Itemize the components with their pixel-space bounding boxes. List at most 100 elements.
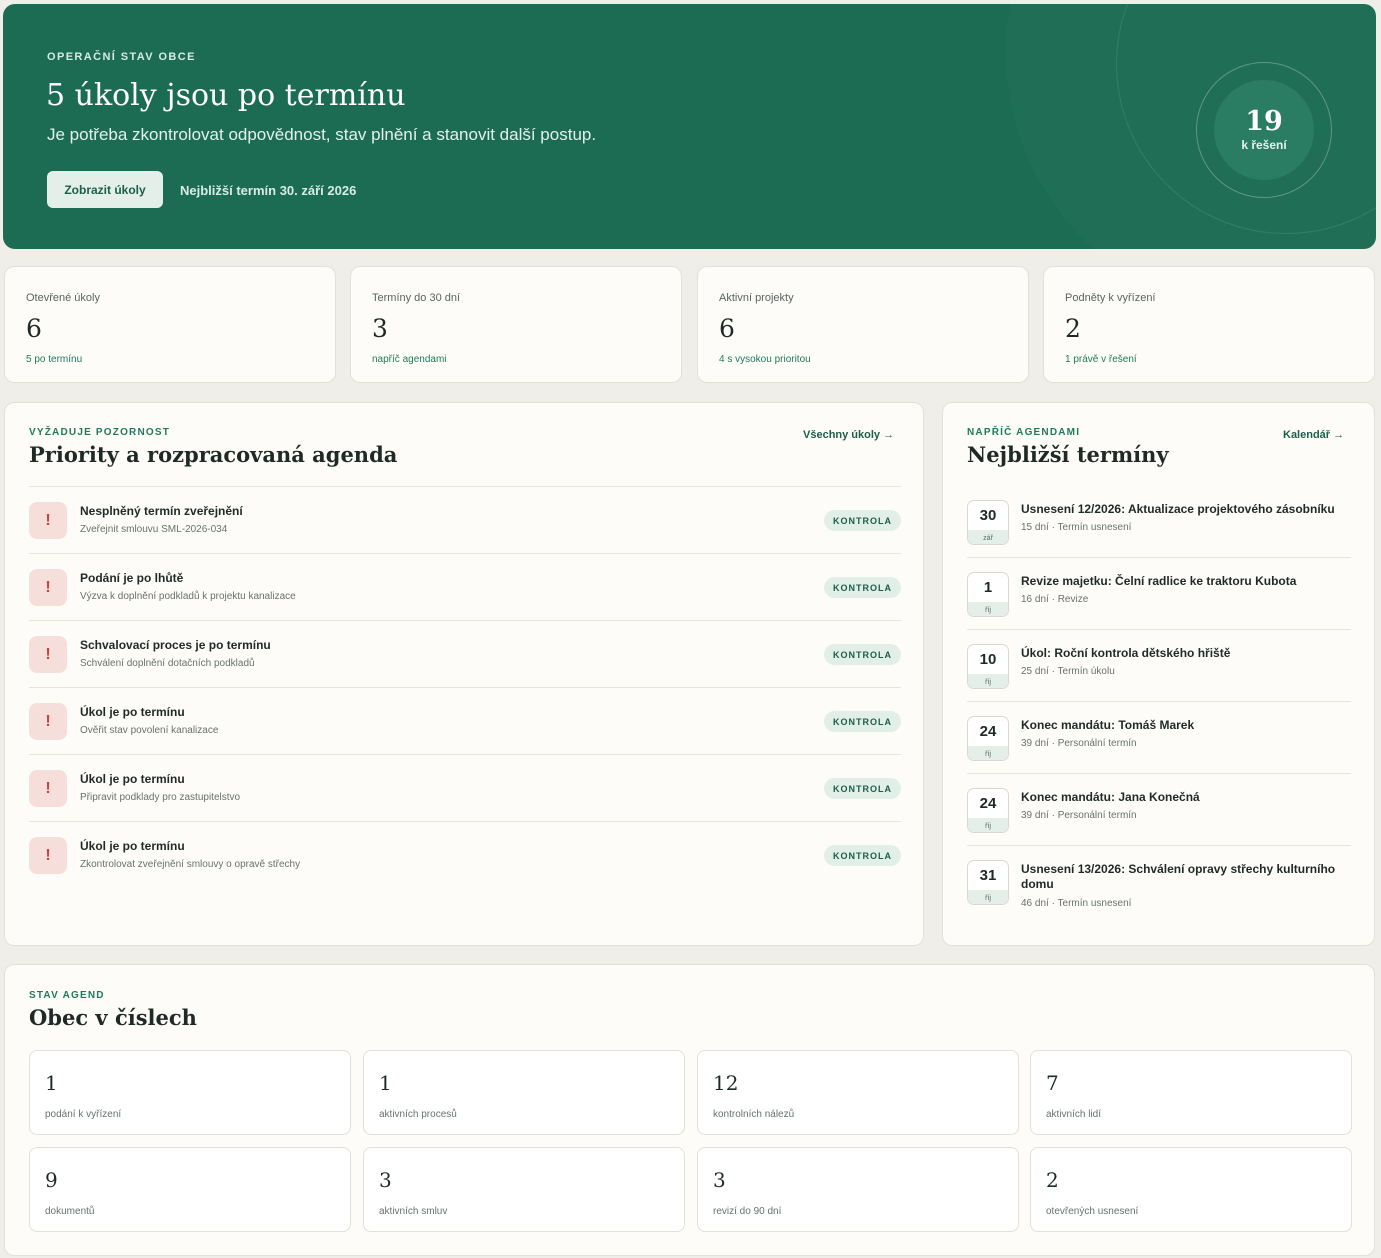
priority-item[interactable]: ! Úkol je po termínu Připravit podklady … <box>29 755 901 822</box>
metric-card[interactable]: 1 aktivních procesů <box>363 1050 685 1135</box>
metric-card[interactable]: 7 aktivních lidí <box>1030 1050 1352 1135</box>
deadline-subtitle: 39 dní · Personální termín <box>1021 810 1137 821</box>
alert-icon: ! <box>29 703 67 740</box>
deadline-item[interactable]: 24 říj Konec mandátu: Jana Konečná 39 dn… <box>967 774 1351 846</box>
alert-icon: ! <box>29 502 67 539</box>
metric-label: kontrolních nálezů <box>713 1109 795 1120</box>
metric-value: 1 <box>379 1071 392 1095</box>
date-month: říj <box>968 746 1008 760</box>
deadline-subtitle: 15 dní · Termín usnesení <box>1021 522 1132 533</box>
date-day: 31 <box>979 867 997 884</box>
priority-subtitle: Schválení doplnění dotačních podkladů <box>80 658 255 669</box>
deadline-title: Usnesení 12/2026: Aktualizace projektové… <box>1021 502 1335 516</box>
metric-card[interactable]: 9 dokumentů <box>29 1147 351 1232</box>
alert-icon: ! <box>29 770 67 807</box>
deadline-title: Úkol: Roční kontrola dětského hřiště <box>1021 646 1231 660</box>
deadline-item[interactable]: 10 říj Úkol: Roční kontrola dětského hři… <box>967 630 1351 702</box>
date-month: říj <box>968 890 1008 904</box>
metric-label: aktivních procesů <box>379 1109 457 1120</box>
priority-item[interactable]: ! Schvalovací proces je po termínu Schvá… <box>29 621 901 688</box>
stat-label: Otevřené úkoly <box>26 292 100 304</box>
deadline-item[interactable]: 24 říj Konec mandátu: Tomáš Marek 39 dní… <box>967 702 1351 774</box>
metric-value: 3 <box>713 1168 726 1192</box>
metric-card[interactable]: 3 aktivních smluv <box>363 1147 685 1232</box>
to-resolve-count: 19 <box>1245 106 1283 137</box>
priority-title: Úkol je po termínu <box>80 705 185 719</box>
priority-item[interactable]: ! Podání je po lhůtě Výzva k doplnění po… <box>29 554 901 621</box>
date-chip: 10 říj <box>967 644 1009 689</box>
priority-item[interactable]: ! Úkol je po termínu Zkontrolovat zveřej… <box>29 822 901 889</box>
metric-value: 2 <box>1046 1168 1059 1192</box>
date-month: říj <box>968 602 1008 616</box>
metric-value: 12 <box>713 1071 739 1095</box>
alert-icon: ! <box>29 569 67 606</box>
priority-title: Úkol je po termínu <box>80 772 185 786</box>
metric-value: 9 <box>45 1168 58 1192</box>
date-chip: 30 zář <box>967 500 1009 545</box>
stat-label: Termíny do 30 dní <box>372 292 461 304</box>
metric-card[interactable]: 3 revizí do 90 dní <box>697 1147 1019 1232</box>
deadline-subtitle: 46 dní · Termín usnesení <box>1021 898 1132 909</box>
stat-value: 3 <box>372 314 388 343</box>
stat-note: 5 po termínu <box>26 354 83 365</box>
priority-item[interactable]: ! Úkol je po termínu Ověřit stav povolen… <box>29 688 901 755</box>
status-badge: KONTROLA <box>824 644 901 665</box>
priority-item[interactable]: ! Nesplněný termín zveřejnění Zveřejnit … <box>29 487 901 554</box>
deadline-title: Konec mandátu: Tomáš Marek <box>1021 718 1195 732</box>
deadline-title: Revize majetku: Čelní radlice ke traktor… <box>1021 574 1297 588</box>
date-chip: 24 říj <box>967 788 1009 833</box>
metric-label: otevřených usnesení <box>1046 1206 1139 1217</box>
deadline-subtitle: 39 dní · Personální termín <box>1021 738 1137 749</box>
deadline-title: Konec mandátu: Jana Konečná <box>1021 790 1200 804</box>
deadline-item[interactable]: 30 zář Usnesení 12/2026: Aktualizace pro… <box>967 486 1351 558</box>
alert-icon: ! <box>29 837 67 874</box>
metric-label: dokumentů <box>45 1206 95 1217</box>
show-tasks-button[interactable]: Zobrazit úkoly <box>47 171 163 208</box>
stat-card-suggestions[interactable]: Podněty k vyřízení 2 1 právě v řešení <box>1043 266 1375 383</box>
deadlines-title: Nejbližší termíny <box>967 442 1169 467</box>
metric-value: 1 <box>45 1071 58 1095</box>
status-badge: KONTROLA <box>824 510 901 531</box>
status-badge: KONTROLA <box>824 778 901 799</box>
metric-card[interactable]: 1 podání k vyřízení <box>29 1050 351 1135</box>
hero-banner: OPERAČNÍ STAV OBCE 5 úkoly jsou po termí… <box>3 4 1376 249</box>
metric-label: revizí do 90 dní <box>713 1206 782 1217</box>
date-day: 30 <box>979 507 997 524</box>
stat-label: Podněty k vyřízení <box>1065 292 1156 304</box>
hero-subtitle: Je potřeba zkontrolovat odpovědnost, sta… <box>47 125 597 144</box>
stat-card-active-projects[interactable]: Aktivní projekty 6 4 s vysokou prioritou <box>697 266 1029 383</box>
numbers-panel: STAV AGEND Obec v číslech 1 podání k vyř… <box>4 964 1375 1256</box>
priority-title: Podání je po lhůtě <box>80 571 184 585</box>
priority-subtitle: Zveřejnit smlouvu SML-2026-034 <box>80 524 228 535</box>
deadline-subtitle: 16 dní · Revize <box>1021 594 1089 605</box>
stat-note: 4 s vysokou prioritou <box>719 354 811 365</box>
stat-note: napříč agendami <box>372 354 447 365</box>
deadlines-list: 30 zář Usnesení 12/2026: Aktualizace pro… <box>967 486 1351 926</box>
priorities-eyebrow: VYŽADUJE POZORNOST <box>29 427 171 438</box>
priorities-list: ! Nesplněný termín zveřejnění Zveřejnit … <box>29 486 901 889</box>
metric-label: podání k vyřízení <box>45 1109 122 1120</box>
priority-subtitle: Ověřit stav povolení kanalizace <box>80 725 219 736</box>
stat-card-open-tasks[interactable]: Otevřené úkoly 6 5 po termínu <box>4 266 336 383</box>
metric-card[interactable]: 12 kontrolních nálezů <box>697 1050 1019 1135</box>
metric-card[interactable]: 2 otevřených usnesení <box>1030 1147 1352 1232</box>
deadlines-eyebrow: NAPŘÍČ AGENDAMI <box>967 427 1081 438</box>
priority-subtitle: Výzva k doplnění podkladů k projektu kan… <box>80 591 296 602</box>
calendar-link[interactable]: Kalendář → <box>1283 429 1344 441</box>
date-month: zář <box>968 530 1008 544</box>
deadlines-panel: NAPŘÍČ AGENDAMI Nejbližší termíny Kalend… <box>942 402 1375 946</box>
stat-card-deadlines[interactable]: Termíny do 30 dní 3 napříč agendami <box>350 266 682 383</box>
deadline-title: Usnesení 13/2026: Schválení opravy střec… <box>1021 862 1336 891</box>
stat-value: 2 <box>1065 314 1081 343</box>
deadline-item[interactable]: 31 říj Usnesení 13/2026: Schválení oprav… <box>967 846 1351 926</box>
deadline-item[interactable]: 1 říj Revize majetku: Čelní radlice ke t… <box>967 558 1351 630</box>
date-chip: 24 říj <box>967 716 1009 761</box>
next-deadline-text: Nejbližší termín 30. září 2026 <box>180 183 357 198</box>
date-month: říj <box>968 674 1008 688</box>
status-badge: KONTROLA <box>824 711 901 732</box>
all-tasks-link[interactable]: Všechny úkoly → <box>803 429 894 441</box>
priority-title: Úkol je po termínu <box>80 839 185 853</box>
deadline-subtitle: 25 dní · Termín úkolu <box>1021 666 1115 677</box>
stat-value: 6 <box>719 314 735 343</box>
numbers-title: Obec v číslech <box>29 1005 197 1030</box>
